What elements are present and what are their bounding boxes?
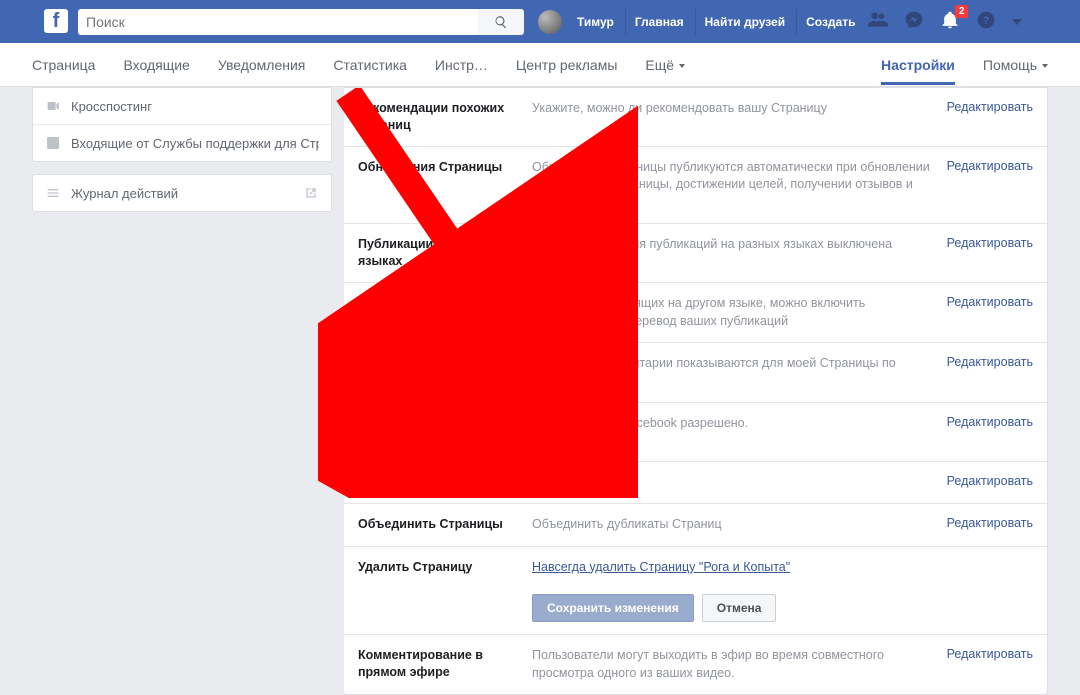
delete-page-link[interactable]: Навсегда удалить Страницу "Рога и Копыта… bbox=[532, 560, 790, 574]
svg-text:?: ? bbox=[983, 15, 990, 27]
facebook-logo[interactable]: f bbox=[44, 9, 68, 33]
sidebar-item-activity-log[interactable]: Журнал действий bbox=[33, 175, 331, 211]
video-icon bbox=[45, 98, 61, 114]
row-label: Распространение контента bbox=[358, 415, 516, 449]
sidebar-group-2: Журнал действий bbox=[32, 174, 332, 212]
row-desc: Пользователи могут выходить в эфир во вр… bbox=[532, 647, 931, 682]
subnav: Страница Входящие Уведомления Статистика… bbox=[0, 43, 1080, 87]
sidebar-group-1: Кросспостинг Входящие от Службы поддержк… bbox=[32, 87, 332, 162]
row-label: Обновления Страницы bbox=[358, 159, 516, 176]
search-input[interactable] bbox=[78, 9, 478, 35]
settings-content: Рекомендации похожих Страниц Укажите, мо… bbox=[344, 87, 1048, 695]
tab-more[interactable]: Ещё bbox=[645, 45, 685, 85]
row-label: Рейтинг комментариев bbox=[358, 355, 516, 372]
row-live-commenting: Комментирование в прямом эфире Пользоват… bbox=[344, 635, 1047, 694]
row-auto-translate: Автоматический перевод Для людей, говоря… bbox=[344, 283, 1047, 343]
sidebar-item-label: Кросспостинг bbox=[71, 99, 152, 114]
search-button[interactable] bbox=[478, 9, 524, 35]
tab-notif[interactable]: Уведомления bbox=[218, 45, 306, 85]
list-icon bbox=[45, 185, 61, 201]
nav-create[interactable]: Создать bbox=[796, 9, 864, 35]
account-menu-caret[interactable] bbox=[1012, 19, 1022, 25]
row-page-updates: Обновления Страницы Обновления Страницы … bbox=[344, 147, 1047, 225]
nav-home[interactable]: Главная bbox=[625, 9, 693, 35]
sidebar-item-label: Входящие от Службы поддержки для Стр bbox=[71, 136, 319, 151]
row-label: Скачать Страницу bbox=[358, 474, 516, 491]
row-merge-pages: Объединить Страницы Объединить дубликаты… bbox=[344, 504, 1047, 547]
edit-link[interactable]: Редактировать bbox=[947, 647, 1033, 661]
row-label: Публикации на разных языках bbox=[358, 236, 516, 270]
row-desc: Скачать Страницу bbox=[532, 474, 931, 492]
sidebar-item-crossposting[interactable]: Кросспостинг bbox=[33, 88, 331, 125]
tab-inbox[interactable]: Входящие bbox=[123, 45, 189, 85]
notifications-icon[interactable]: 2 bbox=[940, 10, 960, 33]
row-desc: Новейшие комментарии показываются для мо… bbox=[532, 355, 931, 390]
row-desc: Укажите, можно ли рекомендовать вашу Стр… bbox=[532, 100, 931, 118]
row-similar-pages: Рекомендации похожих Страниц Укажите, мо… bbox=[344, 88, 1047, 147]
sidebar: Кросспостинг Входящие от Службы поддержк… bbox=[32, 87, 332, 224]
top-icons: 2 ? bbox=[868, 10, 1022, 33]
save-button[interactable]: Сохранить изменения bbox=[532, 594, 694, 622]
friend-requests-icon[interactable] bbox=[868, 10, 888, 33]
row-desc: Обновления Страницы публикуются автомати… bbox=[532, 159, 931, 212]
nav-find-friends[interactable]: Найти друзей bbox=[695, 9, 794, 35]
sidebar-item-label: Журнал действий bbox=[71, 186, 178, 201]
cancel-button[interactable]: Отмена bbox=[702, 594, 777, 622]
tab-tools[interactable]: Инстр… bbox=[435, 45, 488, 85]
top-links: Тимур Главная Найти друзей Создать bbox=[538, 9, 864, 35]
edit-link[interactable]: Редактировать bbox=[947, 295, 1033, 309]
row-desc: Скачивание на Facebook разрешено. bbox=[532, 415, 931, 433]
row-desc: Для людей, говорящих на другом языке, мо… bbox=[532, 295, 931, 330]
row-download-page: Скачать Страницу Скачать Страницу Редакт… bbox=[344, 462, 1047, 505]
help-icon[interactable]: ? bbox=[976, 10, 996, 33]
button-bar: Сохранить изменения Отмена bbox=[532, 594, 1033, 622]
edit-link[interactable]: Редактировать bbox=[947, 100, 1033, 114]
tab-insights[interactable]: Статистика bbox=[333, 45, 407, 85]
row-desc: Функция написания публикаций на разных я… bbox=[532, 236, 931, 254]
search-icon bbox=[494, 15, 508, 29]
notifications-badge: 2 bbox=[955, 5, 969, 18]
edit-link[interactable]: Редактировать bbox=[947, 516, 1033, 530]
edit-link[interactable]: Редактировать bbox=[947, 415, 1033, 429]
row-desc: Навсегда удалить Страницу "Рога и Копыта… bbox=[532, 559, 1033, 623]
external-icon bbox=[303, 185, 319, 201]
messenger-icon[interactable] bbox=[904, 10, 924, 33]
tab-help[interactable]: Помощь bbox=[983, 45, 1048, 85]
row-label: Автоматический перевод bbox=[358, 295, 516, 312]
sidebar-item-support-inbox[interactable]: Входящие от Службы поддержки для Стр bbox=[33, 125, 331, 161]
tab-page[interactable]: Страница bbox=[32, 45, 95, 85]
row-label: Комментирование в прямом эфире bbox=[358, 647, 516, 681]
tab-settings[interactable]: Настройки bbox=[881, 45, 955, 85]
search-wrap bbox=[78, 9, 524, 35]
row-desc: Объединить дубликаты Страниц bbox=[532, 516, 931, 534]
row-label: Рекомендации похожих Страниц bbox=[358, 100, 516, 134]
page-body: Кросспостинг Входящие от Службы поддержк… bbox=[0, 87, 1080, 695]
avatar[interactable] bbox=[538, 10, 562, 34]
edit-link[interactable]: Редактировать bbox=[947, 159, 1033, 173]
edit-link[interactable]: Редактировать bbox=[947, 355, 1033, 369]
row-comment-ranking: Рейтинг комментариев Новейшие комментари… bbox=[344, 343, 1047, 403]
facebook-square-icon bbox=[45, 135, 61, 151]
edit-link[interactable]: Редактировать bbox=[947, 474, 1033, 488]
row-content-distribution: Распространение контента Скачивание на F… bbox=[344, 403, 1047, 462]
row-label: Удалить Страницу bbox=[358, 559, 516, 576]
tab-adcenter[interactable]: Центр рекламы bbox=[516, 45, 617, 85]
profile-link[interactable]: Тимур bbox=[568, 9, 623, 35]
row-delete-page: Удалить Страницу Навсегда удалить Страни… bbox=[344, 547, 1047, 636]
edit-link[interactable]: Редактировать bbox=[947, 236, 1033, 250]
topbar: f Тимур Главная Найти друзей Создать 2 ? bbox=[0, 0, 1080, 43]
row-label: Объединить Страницы bbox=[358, 516, 516, 533]
row-multilang-posts: Публикации на разных языках Функция напи… bbox=[344, 224, 1047, 283]
